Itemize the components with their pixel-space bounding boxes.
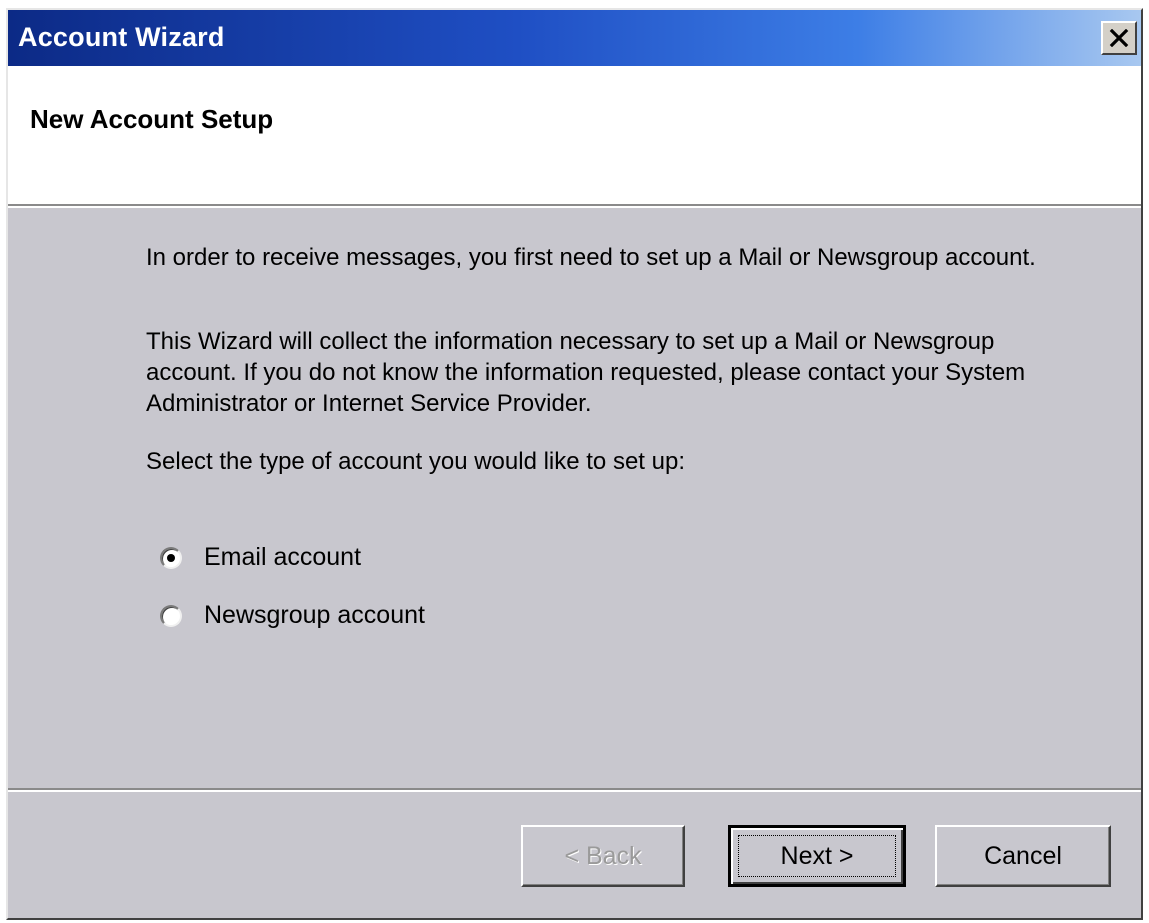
radio-dot — [167, 553, 175, 562]
email-account-radio[interactable]: Email account — [160, 543, 361, 572]
newsgroup-account-radio[interactable]: Newsgroup account — [160, 601, 425, 630]
account-type-prompt: Select the type of account you would lik… — [146, 448, 685, 475]
back-button-label: < Back — [564, 841, 642, 870]
wizard-header: New Account Setup — [8, 66, 1141, 206]
title-bar[interactable]: Account Wizard — [8, 10, 1141, 66]
next-button[interactable]: Next > — [728, 825, 906, 887]
intro-text: In order to receive messages, you first … — [146, 244, 1036, 271]
footer-divider-highlight — [8, 790, 1141, 792]
header-divider — [8, 206, 1141, 208]
radio-selected-icon[interactable] — [160, 546, 182, 569]
page-title: New Account Setup — [30, 104, 274, 134]
close-icon — [1109, 29, 1129, 47]
close-button[interactable] — [1101, 21, 1137, 55]
explanation-text: This Wizard will collect the information… — [146, 328, 1026, 417]
window-title: Account Wizard — [18, 22, 225, 52]
back-button[interactable]: < Back — [521, 825, 685, 887]
radio-unselected-icon[interactable] — [160, 604, 182, 627]
cancel-button[interactable]: Cancel — [935, 825, 1111, 887]
cancel-button-label: Cancel — [984, 841, 1062, 870]
email-account-label[interactable]: Email account — [204, 543, 361, 572]
account-wizard-dialog: Account Wizard New Account Setup In orde… — [6, 8, 1143, 920]
newsgroup-account-label[interactable]: Newsgroup account — [204, 601, 425, 630]
next-button-label: Next > — [780, 841, 854, 870]
